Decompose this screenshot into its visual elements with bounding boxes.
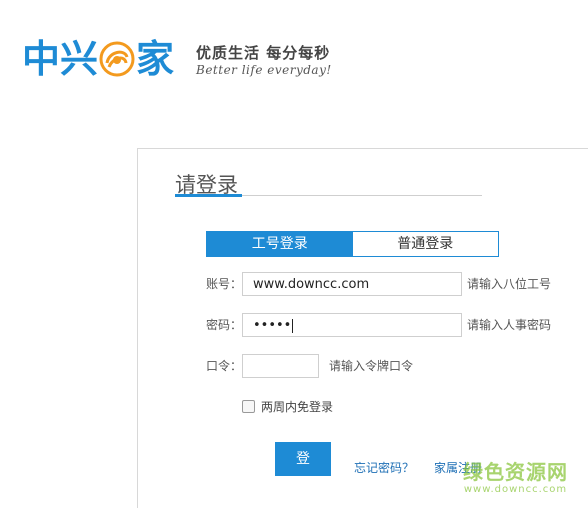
password-label: 密码：	[206, 318, 243, 332]
text-caret	[292, 318, 294, 333]
token-input[interactable]	[242, 354, 319, 378]
password-input-value: •••••	[253, 318, 292, 333]
remember-me[interactable]: 两周内免登录	[242, 398, 333, 415]
account-input[interactable]: www.downcc.com	[242, 272, 462, 296]
swirl-logo-icon	[99, 41, 135, 77]
token-hint: 请输入令牌口令	[329, 359, 414, 373]
logo-text-part2: 家	[136, 37, 175, 81]
watermark: 绿色资源网 www.downcc.com	[463, 460, 568, 496]
title-underline	[242, 195, 482, 196]
slogan-chinese: 优质生活 每分每秒	[196, 44, 331, 62]
tab-normal-login[interactable]: 普通登录	[352, 232, 498, 256]
account-hint: 请输入八位工号	[467, 277, 552, 291]
account-input-value: www.downcc.com	[253, 277, 370, 292]
token-label: 口令：	[206, 359, 243, 373]
remember-checkbox[interactable]	[242, 400, 255, 413]
account-label: 账号：	[206, 277, 243, 291]
slogan: 优质生活 每分每秒 Better life everyday!	[196, 44, 332, 78]
remember-label: 两周内免登录	[261, 400, 334, 414]
title-underline-accent	[175, 194, 242, 197]
forgot-password-link[interactable]: 忘记密码？	[354, 459, 414, 476]
password-input[interactable]: •••••	[242, 313, 462, 337]
login-panel: 请登录 工号登录 普通登录 账号： www.downcc.com 请输入八位工号…	[137, 148, 588, 508]
login-tabs: 工号登录 普通登录	[206, 231, 499, 257]
login-page: 中兴 家 优质生活 每分每秒 Better life everyday! 请登录…	[0, 0, 588, 508]
watermark-url: www.downcc.com	[463, 484, 568, 495]
logo-text-part1: 中兴	[22, 37, 99, 81]
login-button[interactable]: 登 录	[275, 442, 331, 501]
password-hint: 请输入人事密码	[467, 318, 552, 332]
tab-employee-login[interactable]: 工号登录	[207, 232, 353, 256]
slogan-english: Better life everyday!	[196, 63, 332, 77]
brand-logo: 中兴 家	[22, 35, 174, 83]
watermark-text: 绿色资源网	[463, 460, 568, 484]
